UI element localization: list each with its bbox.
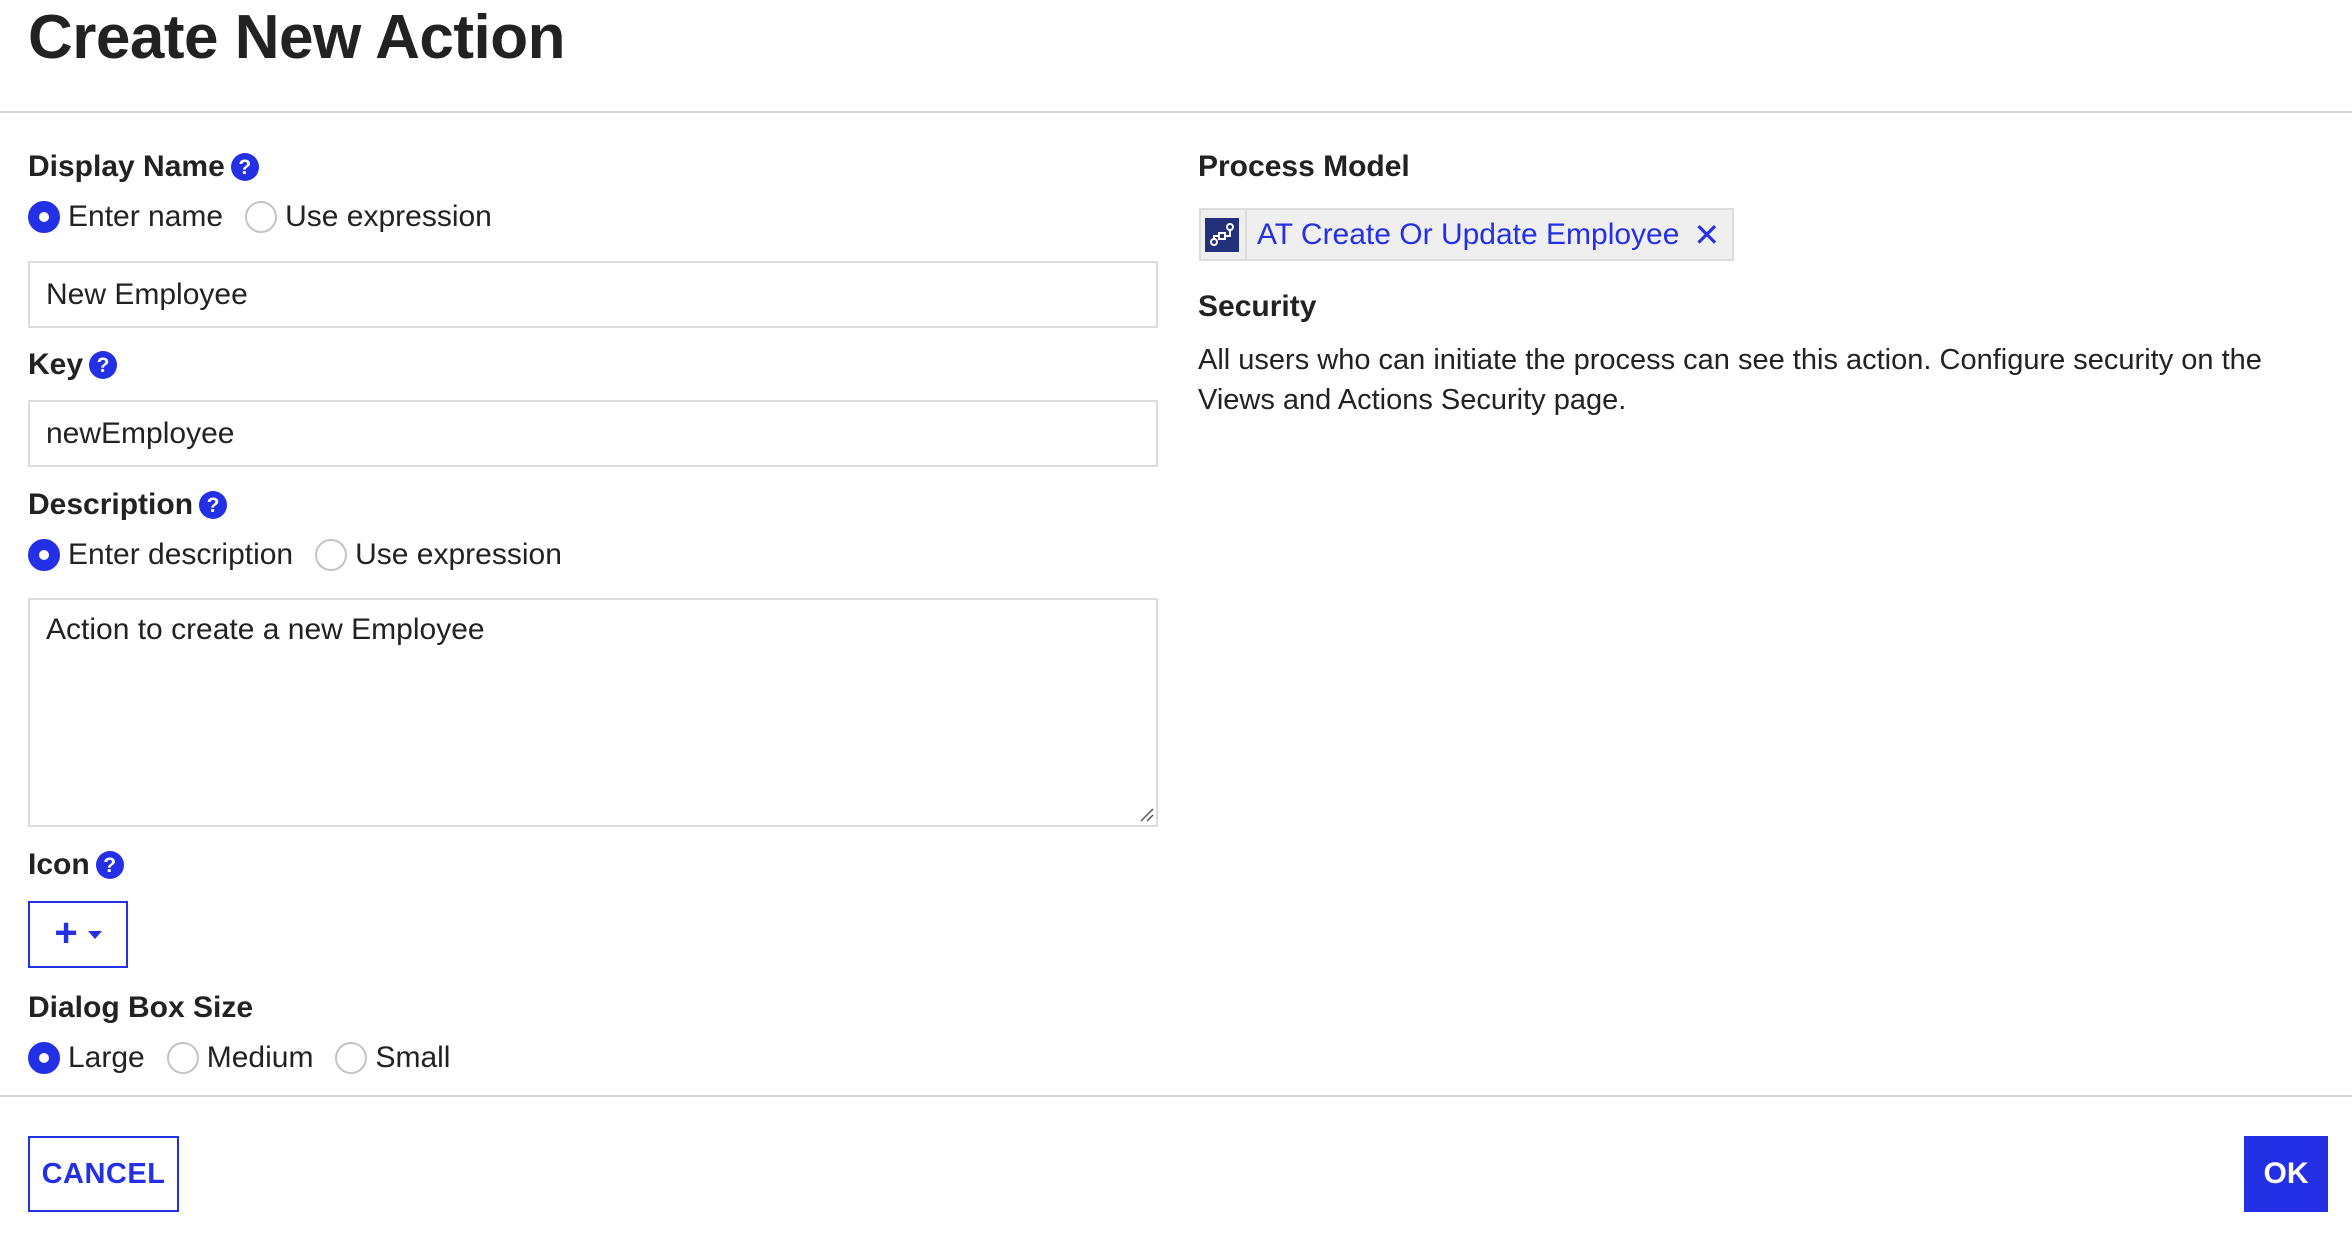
dialog-box-size-label-text: Dialog Box Size bbox=[28, 991, 254, 1024]
radio-checked-icon[interactable] bbox=[28, 201, 60, 233]
description-help-icon[interactable]: ? bbox=[199, 491, 228, 519]
radio-label: Small bbox=[375, 1041, 451, 1074]
radio-size-large[interactable]: Large bbox=[28, 1041, 145, 1075]
process-model-chip: AT Create Or Update Employee ✕ bbox=[1199, 208, 1735, 261]
radio-label: Large bbox=[68, 1041, 145, 1074]
dialog-box-size-label: Dialog Box Size bbox=[28, 991, 253, 1025]
radio-label: Use expression bbox=[355, 538, 562, 571]
key-help-icon[interactable]: ? bbox=[89, 351, 118, 379]
radio-label: Enter description bbox=[68, 538, 294, 571]
display-name-label: Display Name ? bbox=[28, 150, 259, 184]
icon-help-icon[interactable]: ? bbox=[95, 851, 124, 879]
radio-checked-icon[interactable] bbox=[28, 539, 60, 571]
radio-label: Enter name bbox=[68, 200, 224, 233]
radio-enter-description[interactable]: Enter description bbox=[28, 538, 293, 572]
plus-icon: + bbox=[54, 910, 78, 955]
ok-button[interactable]: OK bbox=[2244, 1136, 2328, 1212]
radio-label: Medium bbox=[206, 1041, 314, 1074]
display-name-help-icon[interactable]: ? bbox=[230, 153, 259, 181]
caret-down-icon bbox=[87, 930, 102, 939]
cancel-button[interactable]: CANCEL bbox=[28, 1136, 179, 1212]
radio-unchecked-icon[interactable] bbox=[166, 1042, 199, 1074]
display-name-mode-radios: Enter name Use expression bbox=[28, 200, 514, 234]
security-label: Security bbox=[1198, 290, 1317, 323]
radio-unchecked-icon[interactable] bbox=[245, 201, 278, 233]
radio-unchecked-icon[interactable] bbox=[315, 539, 348, 571]
radio-checked-icon[interactable] bbox=[28, 1042, 60, 1074]
chip-separator bbox=[1245, 210, 1247, 259]
description-label-text: Description bbox=[28, 488, 194, 521]
description-textarea[interactable]: Action to create a new Employee bbox=[28, 598, 1158, 827]
display-name-input[interactable] bbox=[28, 261, 1158, 328]
footer-divider bbox=[0, 1095, 2352, 1097]
icon-label: Icon ? bbox=[28, 848, 124, 882]
radio-use-expression-name[interactable]: Use expression bbox=[245, 200, 492, 234]
process-model-link[interactable]: AT Create Or Update Employee bbox=[1257, 218, 1679, 252]
icon-label-text: Icon bbox=[28, 848, 90, 881]
display-name-label-text: Display Name bbox=[28, 150, 225, 183]
radio-label: Use expression bbox=[285, 200, 492, 233]
radio-use-expression-description[interactable]: Use expression bbox=[315, 538, 562, 572]
add-icon-dropdown-button[interactable]: + bbox=[28, 901, 128, 968]
close-x-icon[interactable]: ✕ bbox=[1693, 219, 1720, 251]
key-input[interactable] bbox=[28, 400, 1158, 467]
description-label: Description ? bbox=[28, 488, 228, 522]
radio-unchecked-icon[interactable] bbox=[335, 1042, 368, 1074]
key-label: Key ? bbox=[28, 348, 118, 382]
dialog-title: Create New Action bbox=[28, 3, 566, 72]
header-divider bbox=[0, 111, 2352, 113]
dialog-box-size-radios: Large Medium Small bbox=[28, 1041, 472, 1075]
process-model-label: Process Model bbox=[1198, 150, 1410, 183]
radio-enter-name[interactable]: Enter name bbox=[28, 200, 223, 234]
security-description: All users who can initiate the process c… bbox=[1198, 344, 2262, 416]
radio-size-medium[interactable]: Medium bbox=[166, 1041, 314, 1075]
description-mode-radios: Enter description Use expression bbox=[28, 538, 584, 572]
key-label-text: Key bbox=[28, 348, 84, 381]
radio-size-small[interactable]: Small bbox=[335, 1041, 450, 1075]
process-model-icon bbox=[1205, 217, 1239, 252]
